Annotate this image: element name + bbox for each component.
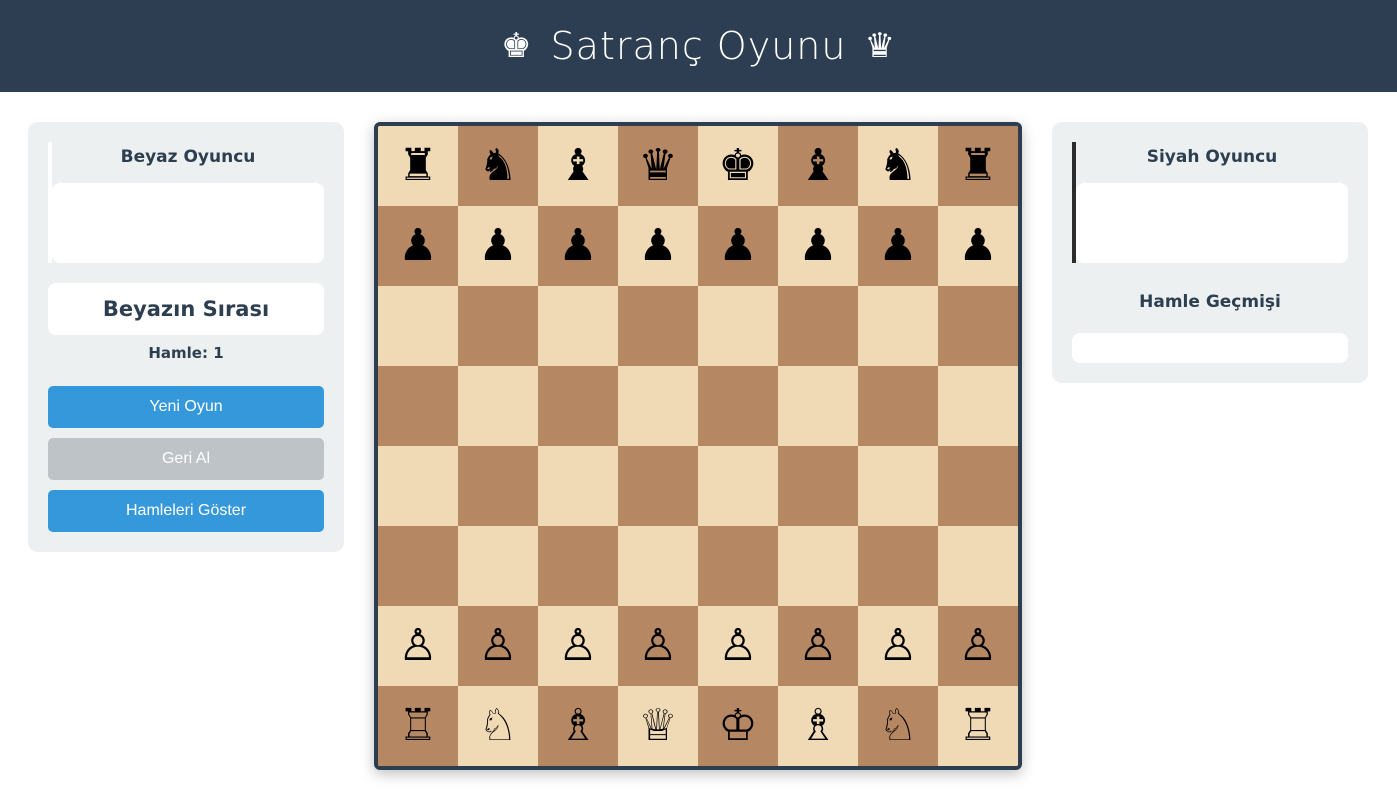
chess-board: ♜ ♞ ♝ ♛ ♚ ♝ ♞ ♜ ♟ ♟ ♟ ♟ ♟ ♟ ♟ ♟ ♙ ♙ ♙ ♙ ♙ ♙ ♙ ♙ ♖ ♘ ♗ ♕ ♔ ♗ ♘ ♖: [374, 122, 1022, 770]
square-e6[interactable]: [698, 286, 778, 366]
square-b1[interactable]: ♘: [458, 686, 538, 766]
square-d2[interactable]: ♙: [618, 606, 698, 686]
move-counter: Hamle: 1: [148, 344, 224, 362]
square-g5[interactable]: [858, 366, 938, 446]
square-a7[interactable]: ♟: [378, 206, 458, 286]
square-a2[interactable]: ♙: [378, 606, 458, 686]
square-f5[interactable]: [778, 366, 858, 446]
square-a6[interactable]: [378, 286, 458, 366]
square-f6[interactable]: [778, 286, 858, 366]
square-c2[interactable]: ♙: [538, 606, 618, 686]
square-g1[interactable]: ♘: [858, 686, 938, 766]
square-a1[interactable]: ♖: [378, 686, 458, 766]
square-h6[interactable]: [938, 286, 1018, 366]
square-d7[interactable]: ♟: [618, 206, 698, 286]
square-h8[interactable]: ♜: [938, 126, 1018, 206]
square-e8[interactable]: ♚: [698, 126, 778, 206]
square-c3[interactable]: [538, 526, 618, 606]
square-d3[interactable]: [618, 526, 698, 606]
square-e1[interactable]: ♔: [698, 686, 778, 766]
move-history-title: Hamle Geçmişi: [1139, 292, 1281, 312]
square-h1[interactable]: ♖: [938, 686, 1018, 766]
square-d8[interactable]: ♛: [618, 126, 698, 206]
square-b7[interactable]: ♟: [458, 206, 538, 286]
square-h7[interactable]: ♟: [938, 206, 1018, 286]
app-header: ♚ Satranç Oyunu ♛: [0, 0, 1397, 92]
black-player-title: Siyah Oyuncu: [1146, 147, 1278, 167]
square-e2[interactable]: ♙: [698, 606, 778, 686]
white-captured-pieces: [52, 183, 324, 263]
square-g3[interactable]: [858, 526, 938, 606]
square-e7[interactable]: ♟: [698, 206, 778, 286]
square-d5[interactable]: [618, 366, 698, 446]
square-b5[interactable]: [458, 366, 538, 446]
title-text: Satranç Oyunu: [550, 24, 847, 68]
square-g4[interactable]: [858, 446, 938, 526]
white-player-title: Beyaz Oyuncu: [120, 147, 256, 167]
square-f8[interactable]: ♝: [778, 126, 858, 206]
square-b2[interactable]: ♙: [458, 606, 538, 686]
square-a4[interactable]: [378, 446, 458, 526]
black-player-card: Siyah Oyuncu: [1072, 142, 1348, 263]
square-d1[interactable]: ♕: [618, 686, 698, 766]
turn-indicator: Beyazın Sırası: [48, 283, 324, 335]
right-panel: Siyah Oyuncu Hamle Geçmişi: [1052, 122, 1368, 383]
square-g6[interactable]: [858, 286, 938, 366]
square-g8[interactable]: ♞: [858, 126, 938, 206]
square-f2[interactable]: ♙: [778, 606, 858, 686]
black-captured-pieces: [1076, 183, 1348, 263]
square-h2[interactable]: ♙: [938, 606, 1018, 686]
square-g7[interactable]: ♟: [858, 206, 938, 286]
square-c4[interactable]: [538, 446, 618, 526]
square-c1[interactable]: ♗: [538, 686, 618, 766]
square-c8[interactable]: ♝: [538, 126, 618, 206]
square-g2[interactable]: ♙: [858, 606, 938, 686]
square-f4[interactable]: [778, 446, 858, 526]
show-moves-button[interactable]: Hamleleri Göster: [48, 490, 324, 532]
square-h5[interactable]: [938, 366, 1018, 446]
square-b6[interactable]: [458, 286, 538, 366]
square-b4[interactable]: [458, 446, 538, 526]
queen-icon: ♛: [864, 26, 896, 66]
left-panel: Beyaz Oyuncu Beyazın Sırası Hamle: 1 Yen…: [28, 122, 344, 552]
square-h4[interactable]: [938, 446, 1018, 526]
square-e3[interactable]: [698, 526, 778, 606]
square-a5[interactable]: [378, 366, 458, 446]
page-title: ♚ Satranç Oyunu ♛: [501, 24, 896, 68]
square-a3[interactable]: [378, 526, 458, 606]
square-f7[interactable]: ♟: [778, 206, 858, 286]
square-h3[interactable]: [938, 526, 1018, 606]
square-a8[interactable]: ♜: [378, 126, 458, 206]
white-player-card: Beyaz Oyuncu: [48, 142, 324, 263]
square-e4[interactable]: [698, 446, 778, 526]
square-f3[interactable]: [778, 526, 858, 606]
square-f1[interactable]: ♗: [778, 686, 858, 766]
square-c7[interactable]: ♟: [538, 206, 618, 286]
undo-button[interactable]: Geri Al: [48, 438, 324, 480]
new-game-button[interactable]: Yeni Oyun: [48, 386, 324, 428]
square-c6[interactable]: [538, 286, 618, 366]
square-d4[interactable]: [618, 446, 698, 526]
square-b8[interactable]: ♞: [458, 126, 538, 206]
king-icon: ♚: [501, 26, 533, 66]
square-e5[interactable]: [698, 366, 778, 446]
square-b3[interactable]: [458, 526, 538, 606]
square-c5[interactable]: [538, 366, 618, 446]
square-d6[interactable]: [618, 286, 698, 366]
move-history-list: [1072, 333, 1348, 363]
